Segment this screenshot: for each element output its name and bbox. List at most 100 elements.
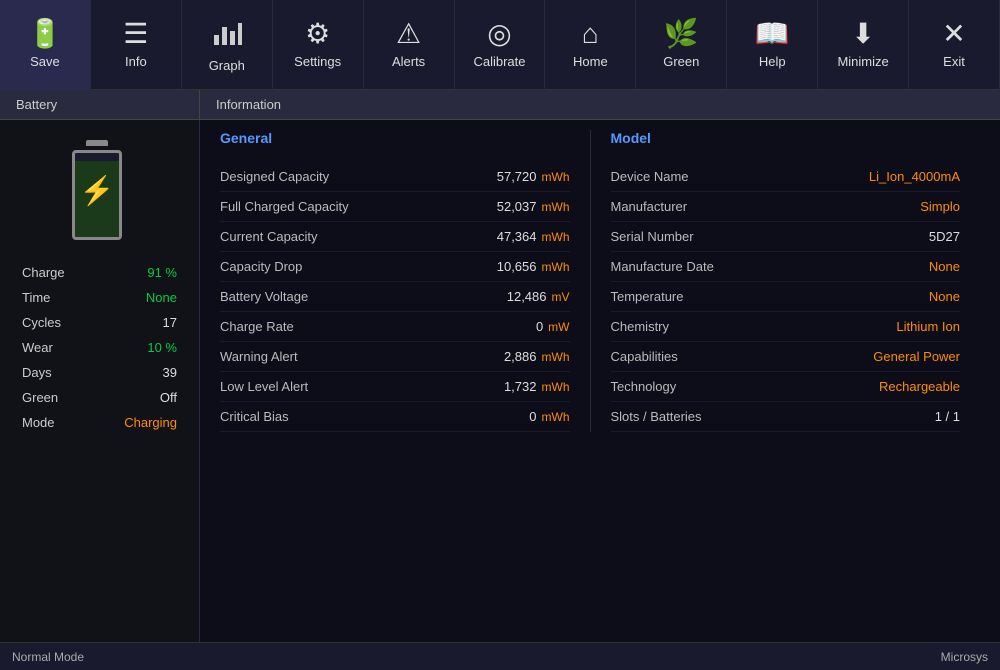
toolbar-graph[interactable]: Graph bbox=[182, 0, 273, 90]
green-stat-label: Green bbox=[22, 390, 58, 405]
toolbar-alerts[interactable]: ⚠ Alerts bbox=[364, 0, 455, 90]
row-technology: Technology Rechargeable bbox=[611, 372, 961, 402]
exit-label: Exit bbox=[943, 54, 965, 69]
toolbar-green[interactable]: 🌿 Green bbox=[636, 0, 727, 90]
warning-alert-unit: mWh bbox=[542, 350, 570, 364]
stat-cycles: Cycles 17 bbox=[12, 310, 187, 335]
stat-days: Days 39 bbox=[12, 360, 187, 385]
help-label: Help bbox=[759, 54, 786, 69]
toolbar-calibrate[interactable]: ◎ Calibrate bbox=[455, 0, 546, 90]
row-device-name: Device Name Li_Ion_4000mA bbox=[611, 162, 961, 192]
row-chemistry: Chemistry Lithium Ion bbox=[611, 312, 961, 342]
row-charge-rate: Charge Rate 0 mW bbox=[220, 312, 570, 342]
technology-value: Rechargeable bbox=[879, 379, 960, 394]
battery-icon: ⚡ bbox=[72, 140, 127, 240]
charge-rate-val: 0 mW bbox=[536, 319, 570, 334]
battery-bolt: ⚡ bbox=[80, 174, 115, 207]
model-column: Model Device Name Li_Ion_4000mA Manufact… bbox=[590, 130, 981, 432]
current-capacity-label: Current Capacity bbox=[220, 229, 318, 244]
minimize-label: Minimize bbox=[837, 54, 888, 69]
battery-tip bbox=[86, 140, 108, 146]
alerts-icon: ⚠ bbox=[396, 20, 421, 48]
capacity-drop-num: 10,656 bbox=[497, 259, 537, 274]
save-icon: 🔋 bbox=[28, 20, 63, 48]
settings-label: Settings bbox=[294, 54, 341, 69]
toolbar-exit[interactable]: ✕ Exit bbox=[909, 0, 1000, 90]
slots-batteries-label: Slots / Batteries bbox=[611, 409, 702, 424]
calibrate-label: Calibrate bbox=[473, 54, 525, 69]
warning-alert-val: 2,886 mWh bbox=[504, 349, 570, 364]
cycles-value: 17 bbox=[163, 315, 177, 330]
toolbar-save[interactable]: 🔋 Save bbox=[0, 0, 91, 90]
device-name-label: Device Name bbox=[611, 169, 689, 184]
row-slots-batteries: Slots / Batteries 1 / 1 bbox=[611, 402, 961, 432]
temperature-value: None bbox=[929, 289, 960, 304]
temperature-label: Temperature bbox=[611, 289, 684, 304]
row-critical-bias: Critical Bias 0 mWh bbox=[220, 402, 570, 432]
model-header: Model bbox=[611, 130, 961, 150]
low-level-alert-label: Low Level Alert bbox=[220, 379, 308, 394]
row-designed-capacity: Designed Capacity 57,720 mWh bbox=[220, 162, 570, 192]
capacity-drop-unit: mWh bbox=[542, 260, 570, 274]
device-name-value: Li_Ion_4000mA bbox=[869, 169, 960, 184]
capabilities-value: General Power bbox=[873, 349, 960, 364]
low-level-alert-val: 1,732 mWh bbox=[504, 379, 570, 394]
designed-capacity-label: Designed Capacity bbox=[220, 169, 329, 184]
battery-voltage-unit: mV bbox=[552, 290, 570, 304]
row-battery-voltage: Battery Voltage 12,486 mV bbox=[220, 282, 570, 312]
toolbar-help[interactable]: 📖 Help bbox=[727, 0, 818, 90]
battery-body: ⚡ bbox=[72, 150, 122, 240]
warning-alert-num: 2,886 bbox=[504, 349, 537, 364]
manufacturer-value: Simplo bbox=[920, 199, 960, 214]
row-serial-number: Serial Number 5D27 bbox=[611, 222, 961, 252]
row-temperature: Temperature None bbox=[611, 282, 961, 312]
row-capacity-drop: Capacity Drop 10,656 mWh bbox=[220, 252, 570, 282]
general-column: General Designed Capacity 57,720 mWh Ful… bbox=[220, 130, 590, 432]
right-panel: General Designed Capacity 57,720 mWh Ful… bbox=[200, 120, 1000, 642]
toolbar-info[interactable]: ☰ Info bbox=[91, 0, 182, 90]
full-charged-num: 52,037 bbox=[497, 199, 537, 214]
green-label: Green bbox=[663, 54, 699, 69]
graph-icon bbox=[212, 17, 242, 52]
slots-batteries-value: 1 / 1 bbox=[935, 409, 960, 424]
info-label: Info bbox=[125, 54, 147, 69]
serial-number-label: Serial Number bbox=[611, 229, 694, 244]
toolbar-minimize[interactable]: ⬇ Minimize bbox=[818, 0, 909, 90]
chemistry-label: Chemistry bbox=[611, 319, 670, 334]
manufacture-date-label: Manufacture Date bbox=[611, 259, 714, 274]
row-current-capacity: Current Capacity 47,364 mWh bbox=[220, 222, 570, 252]
charge-label: Charge bbox=[22, 265, 65, 280]
low-level-alert-unit: mWh bbox=[542, 380, 570, 394]
wear-value: 10 % bbox=[147, 340, 177, 355]
mode-value: Charging bbox=[124, 415, 177, 430]
battery-voltage-label: Battery Voltage bbox=[220, 289, 308, 304]
stat-wear: Wear 10 % bbox=[12, 335, 187, 360]
stat-time: Time None bbox=[12, 285, 187, 310]
manufacture-date-value: None bbox=[929, 259, 960, 274]
battery-voltage-num: 12,486 bbox=[507, 289, 547, 304]
row-manufacturer: Manufacturer Simplo bbox=[611, 192, 961, 222]
toolbar-settings[interactable]: ⚙ Settings bbox=[273, 0, 364, 90]
help-icon: 📖 bbox=[755, 20, 790, 48]
mode-label: Mode bbox=[22, 415, 55, 430]
designed-capacity-num: 57,720 bbox=[497, 169, 537, 184]
toolbar: 🔋 Save ☰ Info Graph ⚙ Settings ⚠ Alerts … bbox=[0, 0, 1000, 90]
serial-number-value: 5D27 bbox=[929, 229, 960, 244]
status-right: Microsys bbox=[941, 650, 988, 664]
designed-capacity-unit: mWh bbox=[542, 170, 570, 184]
designed-capacity-val: 57,720 mWh bbox=[497, 169, 570, 184]
settings-icon: ⚙ bbox=[305, 20, 330, 48]
low-level-alert-num: 1,732 bbox=[504, 379, 537, 394]
left-panel: ⚡ Charge 91 % Time None Cycles 17 Wear 1… bbox=[0, 120, 200, 642]
full-charged-val: 52,037 mWh bbox=[497, 199, 570, 214]
section-battery: Battery bbox=[0, 90, 200, 119]
technology-label: Technology bbox=[611, 379, 677, 394]
row-warning-alert: Warning Alert 2,886 mWh bbox=[220, 342, 570, 372]
toolbar-home[interactable]: ⌂ Home bbox=[545, 0, 636, 90]
green-stat-value: Off bbox=[160, 390, 177, 405]
graph-label: Graph bbox=[209, 58, 245, 73]
green-icon: 🌿 bbox=[664, 20, 699, 48]
section-header: Battery Information bbox=[0, 90, 1000, 120]
capabilities-label: Capabilities bbox=[611, 349, 678, 364]
info-icon: ☰ bbox=[123, 20, 148, 48]
